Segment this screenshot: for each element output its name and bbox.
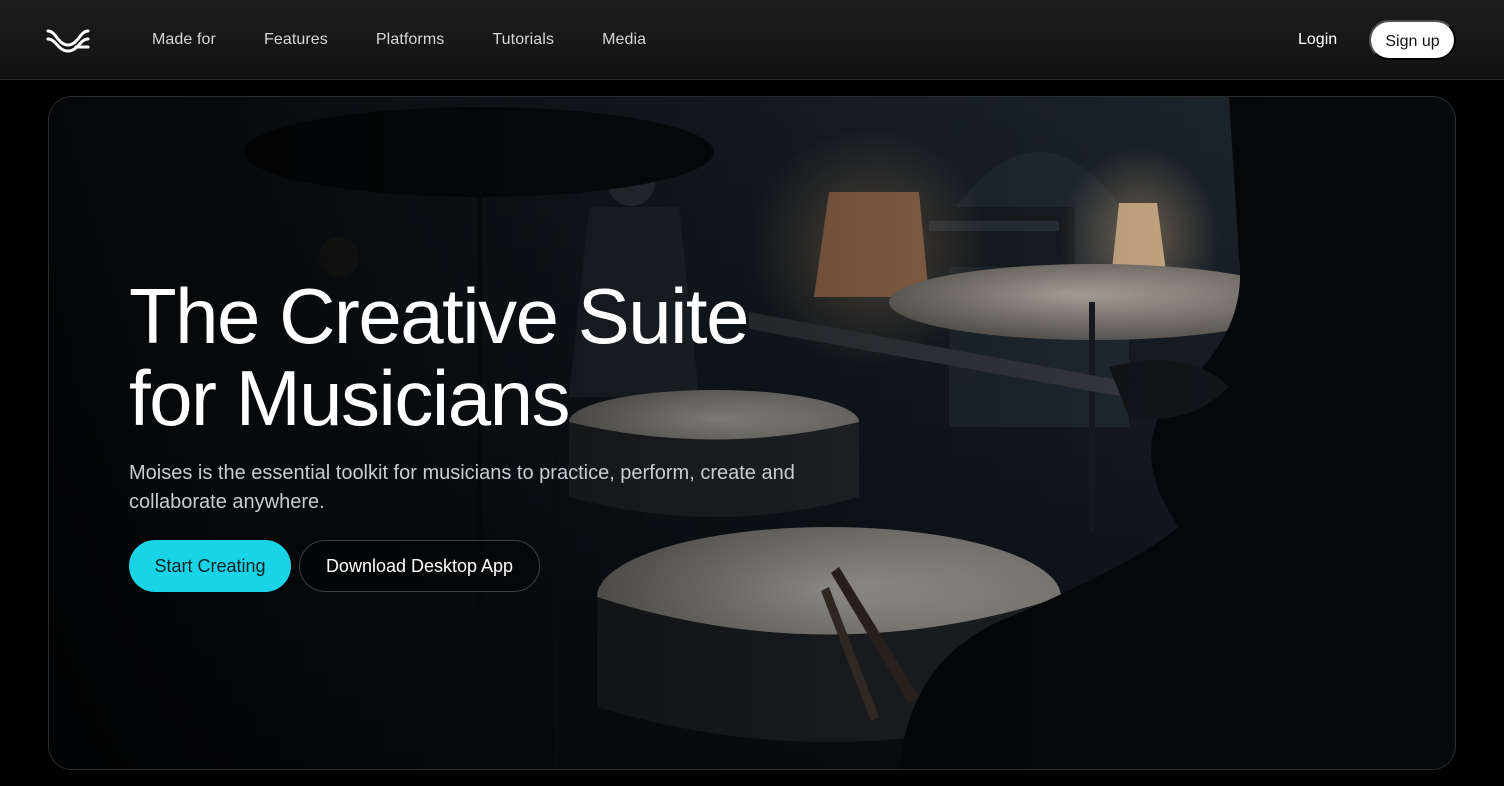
main-nav: Made for Features Platforms Tutorials Me… — [128, 0, 670, 80]
signup-button[interactable]: Sign up — [1369, 20, 1456, 60]
top-navigation-bar: Made for Features Platforms Tutorials Me… — [0, 0, 1504, 80]
hero-title-line-1: The Creative Suite — [129, 272, 749, 360]
nav-media[interactable]: Media — [578, 23, 670, 57]
nav-features[interactable]: Features — [240, 23, 352, 57]
hero-section: The Creative Suite for Musicians Moises … — [48, 96, 1456, 770]
hero-title: The Creative Suite for Musicians — [129, 275, 889, 439]
login-link[interactable]: Login — [1280, 24, 1355, 56]
moises-logo-icon[interactable] — [46, 27, 90, 53]
hero-description: Moises is the essential toolkit for musi… — [129, 462, 795, 513]
hero-title-line-2: for Musicians — [129, 354, 570, 442]
nav-made-for[interactable]: Made for — [128, 23, 240, 57]
nav-tutorials[interactable]: Tutorials — [468, 23, 578, 57]
download-desktop-app-button[interactable]: Download Desktop App — [299, 540, 540, 592]
start-creating-button[interactable]: Start Creating — [129, 540, 291, 592]
nav-platforms[interactable]: Platforms — [352, 23, 468, 57]
